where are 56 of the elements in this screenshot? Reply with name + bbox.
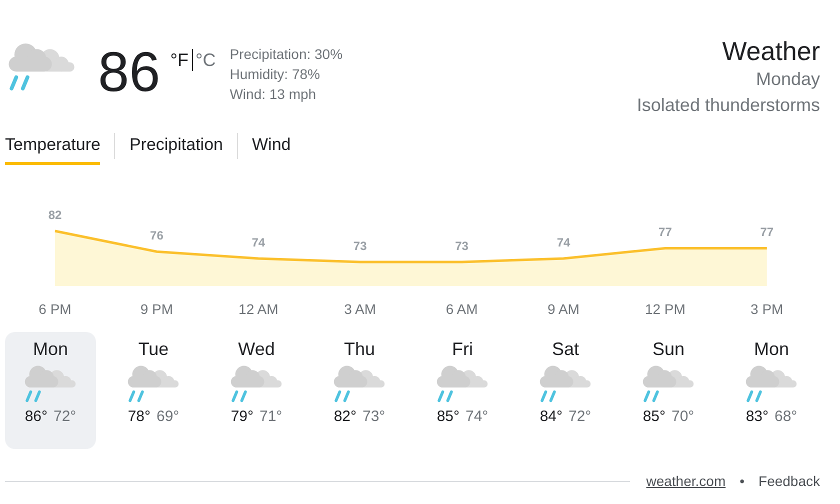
high-temperature: 79° <box>230 408 254 424</box>
temperature-label: 77 <box>658 225 672 240</box>
temperature-label: 76 <box>150 228 164 243</box>
source-link[interactable]: weather.com <box>646 473 726 489</box>
hour-label: 3 AM <box>344 301 376 317</box>
high-temperature: 83° <box>746 408 768 424</box>
low-temperature: 71° <box>260 408 282 424</box>
day-name: Thu <box>344 339 376 360</box>
hour-label: 12 PM <box>644 301 686 317</box>
low-temperature: 72° <box>54 408 76 424</box>
day-name: Wed <box>238 339 275 360</box>
weather-detail: Precipitation: 30% <box>230 45 343 64</box>
low-temperature: 72° <box>568 408 592 424</box>
low-temperature: 68° <box>774 408 798 424</box>
chart-tab[interactable]: Wind <box>252 131 291 165</box>
current-temperature: 86 <box>98 40 160 104</box>
hour-label: 9 AM <box>548 301 580 317</box>
hour-label: 9 PM <box>140 301 174 317</box>
day-label: Monday <box>756 68 820 91</box>
unit-toggle[interactable]: °F <box>170 50 188 70</box>
low-temperature: 69° <box>156 408 180 424</box>
weather-title: Weather <box>722 36 820 66</box>
weather-detail: Wind: 13 mph <box>230 85 318 104</box>
high-temperature: 84° <box>540 408 562 424</box>
high-temperature: 82° <box>334 408 356 424</box>
chart-tab[interactable]: Precipitation <box>129 131 223 165</box>
high-temperature: 86° <box>24 408 48 424</box>
hour-label: 3 PM <box>750 301 784 317</box>
hour-label: 6 AM <box>446 301 478 317</box>
low-temperature: 74° <box>466 408 488 424</box>
day-name: Sun <box>652 339 685 360</box>
condition-label: Isolated thunderstorms <box>636 94 820 117</box>
temperature-label: 73 <box>353 238 367 253</box>
day-name: Mon <box>32 339 68 360</box>
temperature-label: 73 <box>455 238 468 253</box>
temperature-label: 82 <box>48 208 62 222</box>
high-temperature: 85° <box>436 408 460 424</box>
weather-detail: Humidity: 78% <box>230 65 321 84</box>
feedback-link[interactable]: Feedback <box>758 473 820 489</box>
unit-toggle[interactable]: °C <box>196 50 216 70</box>
day-name: Mon <box>754 339 789 360</box>
day-forecast-card[interactable]: Mon 86° 72° <box>5 332 96 449</box>
low-temperature: 73° <box>362 408 386 424</box>
day-name: Tue <box>138 339 169 360</box>
day-name: Sat <box>552 339 580 360</box>
high-temperature: 78° <box>128 408 150 424</box>
chart-tab[interactable]: Temperature <box>5 131 100 165</box>
hour-label: 6 PM <box>38 301 72 317</box>
temperature-label: 74 <box>556 236 570 250</box>
high-temperature: 85° <box>642 408 666 424</box>
temperature-label: 77 <box>760 225 774 240</box>
day-name: Fri <box>452 339 473 360</box>
low-temperature: 70° <box>672 408 694 424</box>
separator-dot: • <box>740 473 745 489</box>
hour-label: 12 AM <box>238 301 278 317</box>
temperature-label: 74 <box>252 236 266 250</box>
